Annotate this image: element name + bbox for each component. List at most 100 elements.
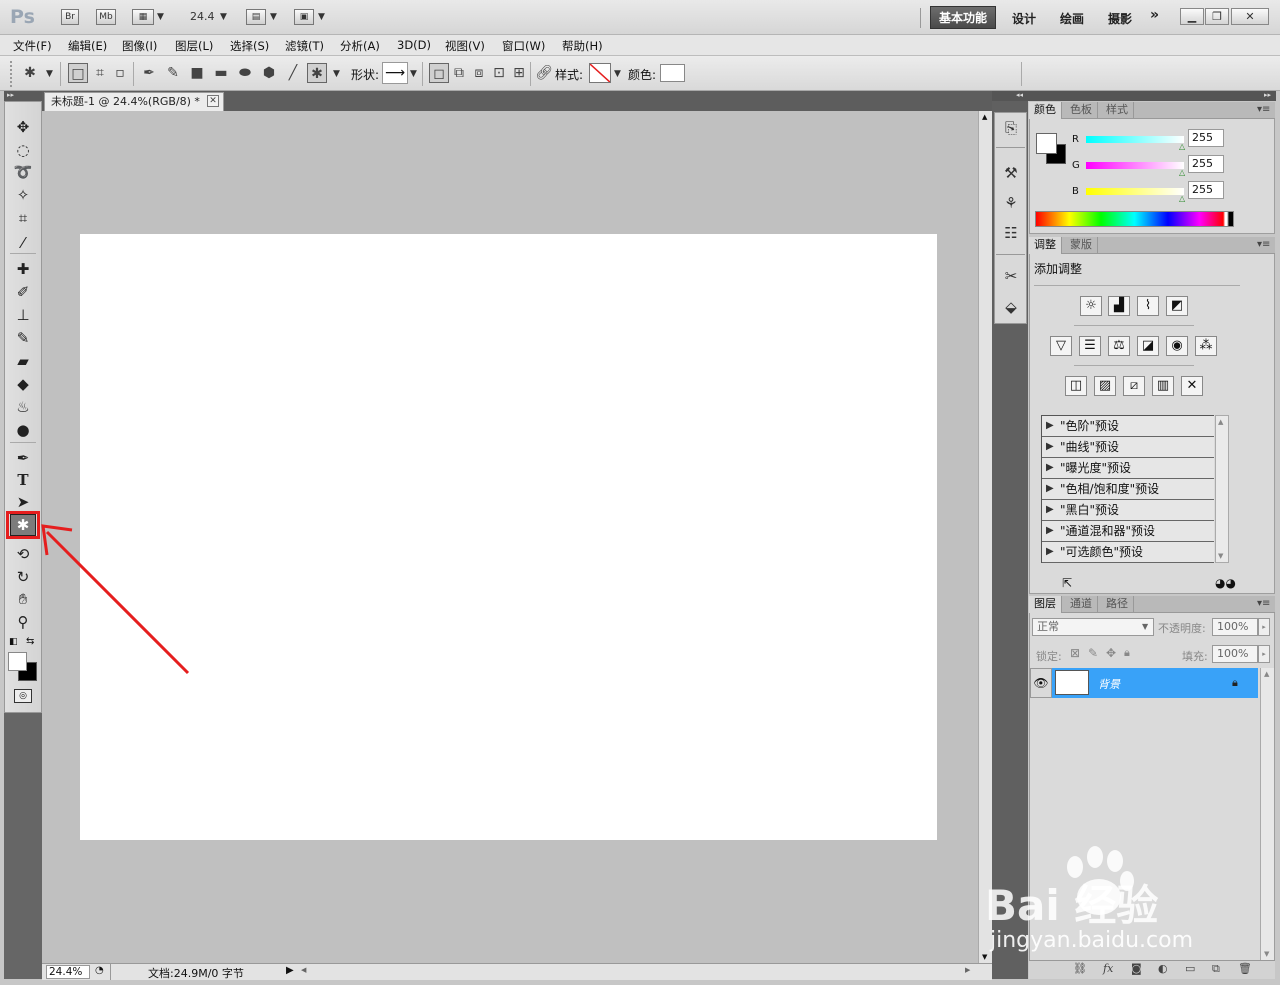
add-mask-icon[interactable]: ◙: [1131, 962, 1142, 975]
selective-color-icon[interactable]: ✕: [1181, 376, 1203, 396]
chevron-down-icon[interactable]: ▼: [157, 12, 164, 22]
expand-triangle-icon[interactable]: ▶: [1046, 437, 1054, 457]
lock-position-icon[interactable]: ✥: [1106, 646, 1116, 660]
blend-mode-select[interactable]: 正常: [1032, 618, 1154, 636]
list-item[interactable]: ▶ "曲线"预设: [1042, 437, 1214, 458]
subtract-area-icon[interactable]: ⧈: [469, 63, 489, 83]
paths-icon[interactable]: ⌗: [90, 63, 110, 83]
screen-mode-icon[interactable]: ▣: [294, 9, 314, 25]
chevron-down-icon[interactable]: ▼: [614, 69, 621, 79]
list-item[interactable]: ▶ "色阶"预设: [1042, 416, 1214, 437]
menu-window[interactable]: 窗口(W): [502, 38, 545, 54]
expand-triangle-icon[interactable]: ▶: [1046, 479, 1054, 499]
menu-file[interactable]: 文件(F): [13, 38, 52, 54]
custom-shape-tool-icon[interactable]: ✱: [10, 514, 36, 536]
red-slider[interactable]: [1086, 136, 1184, 143]
fx-icon[interactable]: fx: [1103, 962, 1113, 975]
menu-3d[interactable]: 3D(D): [397, 38, 431, 52]
arrange-documents-icon[interactable]: ▤: [246, 9, 266, 25]
menu-edit[interactable]: 编辑(E): [68, 38, 107, 54]
brush-tool-icon[interactable]: ✐: [10, 282, 36, 302]
add-to-area-icon[interactable]: ⧉: [449, 63, 469, 83]
line-tool-icon[interactable]: ╱: [283, 63, 303, 83]
tab-adjustments[interactable]: 调整: [1029, 237, 1062, 254]
photo-filter-icon[interactable]: ◉: [1166, 336, 1188, 356]
tab-swatches[interactable]: 色板: [1065, 102, 1098, 119]
delete-layer-icon[interactable]: 🗑︎: [1238, 962, 1252, 975]
healing-brush-tool-icon[interactable]: ✚: [10, 259, 36, 279]
crop-tool-icon[interactable]: ⌗: [10, 208, 36, 228]
panel-menu-icon[interactable]: ▾≡: [1257, 598, 1270, 609]
expand-triangle-icon[interactable]: ▶: [1046, 521, 1054, 541]
workspace-painting-button[interactable]: 绘画: [1060, 10, 1084, 27]
list-item[interactable]: ▶ "色相/饱和度"预设: [1042, 479, 1214, 500]
swap-colors-icon[interactable]: ⇆: [26, 636, 34, 647]
new-group-icon[interactable]: ▭: [1185, 962, 1195, 975]
eye-visibility-icon[interactable]: 👁︎: [1030, 668, 1052, 698]
hand-tool-icon[interactable]: ✋︎: [10, 589, 36, 609]
move-tool-icon[interactable]: ✥: [10, 117, 36, 137]
expand-triangle-icon[interactable]: ▶: [1046, 500, 1054, 520]
hue-saturation-icon[interactable]: ☰: [1079, 336, 1101, 356]
exclude-area-icon[interactable]: ⊞: [509, 63, 529, 83]
menu-analysis[interactable]: 分析(A): [340, 38, 380, 54]
list-item[interactable]: ▶ "曝光度"预设: [1042, 458, 1214, 479]
workspace-photography-button[interactable]: 摄影: [1108, 10, 1132, 27]
chevron-down-icon[interactable]: ▼: [410, 69, 417, 79]
pen-tool-icon[interactable]: ✒: [10, 448, 36, 468]
chevron-down-icon[interactable]: ▼: [1142, 622, 1148, 631]
chevron-down-icon[interactable]: ▼: [270, 12, 277, 22]
foreground-color-swatch[interactable]: [1036, 133, 1057, 154]
shape-layers-icon[interactable]: □: [68, 63, 88, 83]
green-slider[interactable]: [1086, 162, 1184, 169]
collapse-icon[interactable]: ◂◂: [1016, 91, 1023, 99]
slider-handle-icon[interactable]: △: [1179, 194, 1185, 203]
chevron-down-icon[interactable]: ▼: [46, 69, 53, 79]
default-colors-icon[interactable]: ◧: [9, 637, 18, 647]
options-grip[interactable]: [10, 61, 14, 87]
collapse-icon[interactable]: ▸▸: [7, 91, 14, 99]
style-picker[interactable]: [589, 63, 611, 83]
ellipse-tool-icon[interactable]: ⬬: [235, 63, 255, 83]
levels-icon[interactable]: ▟: [1108, 296, 1130, 316]
lock-all-icon[interactable]: 🔒︎: [1124, 646, 1130, 660]
3d-panel-icon[interactable]: ⬙: [1000, 296, 1022, 318]
rectangle-tool-icon[interactable]: ■: [187, 63, 207, 83]
threshold-icon[interactable]: ⧄: [1123, 376, 1145, 396]
minibridge-button[interactable]: Mb: [96, 9, 116, 25]
chevron-down-icon[interactable]: ▼: [220, 12, 227, 22]
history-brush-tool-icon[interactable]: ✎: [10, 328, 36, 348]
zoom-level[interactable]: 24.4: [190, 10, 215, 23]
workspace-more-button[interactable]: »: [1150, 7, 1159, 23]
list-item[interactable]: ▶ "通道混和器"预设: [1042, 521, 1214, 542]
clone-source-panel-icon[interactable]: ⚘: [1000, 192, 1022, 214]
tab-styles[interactable]: 样式: [1101, 102, 1134, 119]
invert-icon[interactable]: ◫: [1065, 376, 1087, 396]
posterize-icon[interactable]: ▨: [1094, 376, 1116, 396]
panel-options-icon[interactable]: ◕◕: [1215, 576, 1236, 590]
pen-tool-icon[interactable]: ✒: [139, 63, 159, 83]
polygon-tool-icon[interactable]: ⬢: [259, 63, 279, 83]
lock-image-icon[interactable]: ✎: [1088, 646, 1098, 660]
paint-bucket-tool-icon[interactable]: ◆: [10, 374, 36, 394]
tab-color[interactable]: 颜色: [1029, 102, 1062, 119]
channel-mixer-icon[interactable]: ⁂: [1195, 336, 1217, 356]
exposure-icon[interactable]: ◩: [1166, 296, 1188, 316]
status-icon[interactable]: ◔: [95, 965, 104, 976]
type-tool-icon[interactable]: T: [10, 470, 36, 490]
clip-layer-icon[interactable]: ⇱: [1062, 576, 1072, 590]
fill-pixels-icon[interactable]: ▫: [110, 63, 130, 83]
tab-layers[interactable]: 图层: [1029, 596, 1062, 613]
marquee-tool-icon[interactable]: ◌: [10, 140, 36, 160]
dodge-tool-icon[interactable]: ●: [10, 420, 36, 440]
path-selection-tool-icon[interactable]: ➤: [10, 492, 36, 512]
slider-handle-icon[interactable]: △: [1179, 168, 1185, 177]
new-adjustment-layer-icon[interactable]: ◐: [1158, 962, 1168, 975]
brushes-panel-icon[interactable]: ⚒: [1000, 162, 1022, 184]
restore-button[interactable]: ❐: [1205, 8, 1229, 25]
menu-select[interactable]: 选择(S): [230, 38, 269, 54]
status-menu-arrow-icon[interactable]: ▶: [286, 965, 294, 976]
view-extras-icon[interactable]: ▦: [132, 9, 154, 25]
layer-name[interactable]: 背景: [1098, 676, 1120, 692]
close-icon[interactable]: ✕: [207, 95, 219, 107]
